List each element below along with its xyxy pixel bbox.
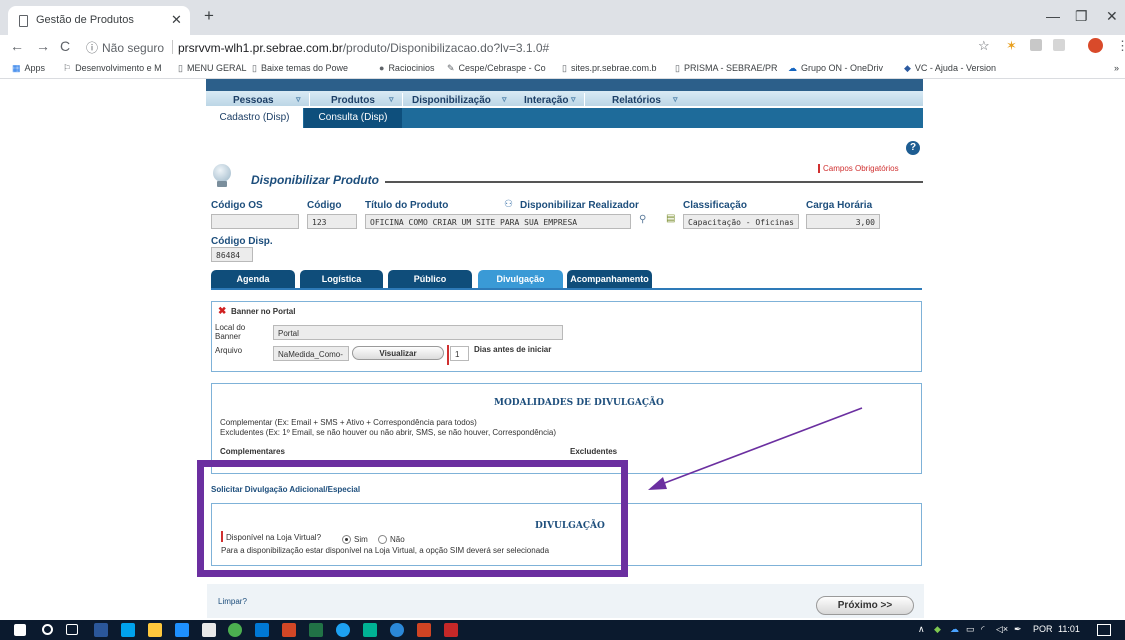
outlook-icon[interactable] <box>282 623 296 637</box>
edge-icon[interactable] <box>175 623 189 637</box>
chrome-icon[interactable] <box>228 623 242 637</box>
word-icon[interactable] <box>94 623 108 637</box>
proximo-button[interactable]: Próximo >> <box>816 596 914 615</box>
pen-icon[interactable]: ✒ <box>1014 624 1022 635</box>
app-2-icon[interactable] <box>336 623 350 637</box>
excel-icon[interactable] <box>309 623 323 637</box>
language-indicator[interactable]: POR <box>1033 624 1053 634</box>
cortana-icon[interactable] <box>42 624 53 635</box>
app-3-icon[interactable] <box>363 623 377 637</box>
battery-icon[interactable]: ▭ <box>966 624 975 635</box>
annotation-arrow <box>648 407 863 490</box>
file-explorer-icon[interactable] <box>148 623 162 637</box>
task-view-icon[interactable] <box>66 624 78 635</box>
app-icon[interactable] <box>202 623 216 637</box>
tray-chevron-icon[interactable]: ∧ <box>918 624 925 635</box>
windows-taskbar: ∧ ◆ ☁ ▭ ◜ ◁× ✒ POR 11:01 <box>0 620 1125 640</box>
wifi-icon[interactable]: ◜ <box>981 624 985 635</box>
acrobat-icon[interactable] <box>444 623 458 637</box>
skype-icon[interactable] <box>121 623 135 637</box>
clock[interactable]: 11:01 <box>1058 624 1080 634</box>
windows-start-icon[interactable] <box>14 624 26 636</box>
volume-icon[interactable]: ◁× <box>996 624 1008 635</box>
powerpoint-icon[interactable] <box>417 623 431 637</box>
tray-shield-icon[interactable]: ◆ <box>934 624 941 635</box>
visio-icon[interactable] <box>255 623 269 637</box>
notification-icon[interactable] <box>1097 624 1111 636</box>
onedrive-icon[interactable]: ☁ <box>950 624 959 635</box>
limpar-link[interactable]: Limpar? <box>218 597 247 606</box>
app-4-icon[interactable] <box>390 623 404 637</box>
